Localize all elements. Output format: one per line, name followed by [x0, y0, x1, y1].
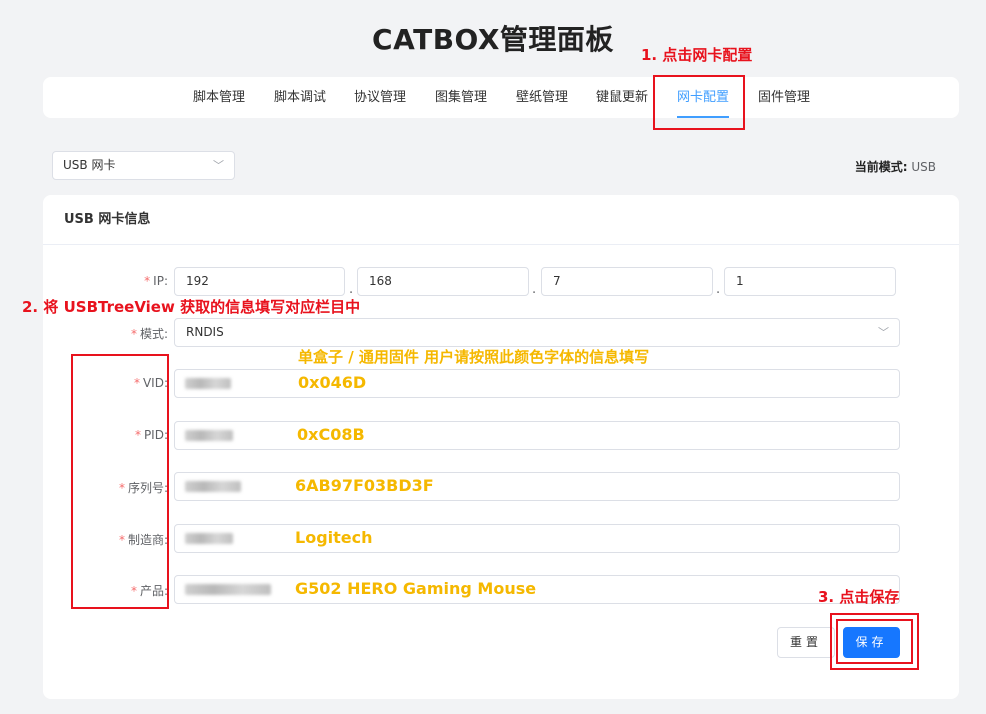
ip-octet-1-input[interactable]: 192	[174, 267, 345, 296]
page-title: CATBOX管理面板	[372, 23, 614, 56]
ip-octet-4-input[interactable]: 1	[724, 267, 896, 296]
redacted-value	[185, 533, 233, 544]
current-mode-value: USB	[911, 160, 936, 174]
annotation-box-labels	[71, 354, 169, 609]
hint-pid: 0xC08B	[297, 425, 365, 444]
ip-separator: .	[716, 282, 721, 297]
device-select[interactable]: USB 网卡 ﹀	[52, 151, 235, 180]
mode-label: * 模式:	[130, 327, 168, 341]
current-mode: 当前模式: USB	[855, 158, 936, 175]
chevron-down-icon: ﹀	[213, 159, 224, 172]
current-mode-label: 当前模式:	[854, 160, 908, 174]
annotation-step2: 2. 将 USBTreeView 获取的信息填写对应栏目中	[22, 298, 361, 316]
hint-manufacturer: Logitech	[295, 528, 373, 547]
ip-separator: .	[349, 282, 354, 297]
reset-button[interactable]: 重置	[777, 627, 835, 658]
annotation-step3: 3. 点击保存	[818, 588, 900, 606]
redacted-value	[185, 378, 231, 389]
hint-product: G502 HERO Gaming Mouse	[295, 579, 537, 598]
ip-octet-2-input[interactable]: 168	[357, 267, 529, 296]
tab-keymouse-update[interactable]: 键鼠更新	[596, 77, 648, 118]
tab-protocol-management[interactable]: 协议管理	[354, 77, 406, 118]
redacted-value	[185, 584, 271, 595]
annotation-box-nav	[653, 75, 745, 130]
chevron-down-icon: ﹀	[878, 326, 889, 339]
annotation-step1: 1. 点击网卡配置	[641, 46, 753, 64]
ip-octet-3-input[interactable]: 7	[541, 267, 713, 296]
tab-wallpaper-management[interactable]: 壁纸管理	[516, 77, 568, 118]
pid-input[interactable]	[174, 421, 900, 450]
ip-label: * IP:	[144, 274, 168, 288]
ip-separator: .	[532, 282, 537, 297]
mode-select[interactable]: RNDIS ﹀	[174, 318, 900, 347]
tab-script-debug[interactable]: 脚本调试	[274, 77, 326, 118]
mode-select-value: RNDIS	[186, 325, 224, 339]
tab-atlas-management[interactable]: 图集管理	[435, 77, 487, 118]
manufacturer-input[interactable]	[174, 524, 900, 553]
hint-header: 单盒子 / 通用固件 用户请按照此颜色字体的信息填写	[298, 348, 650, 366]
product-input[interactable]	[174, 575, 900, 604]
annotation-box-save-inner	[836, 619, 913, 664]
top-nav: 脚本管理 脚本调试 协议管理 图集管理 壁纸管理 键鼠更新 网卡配置 固件管理	[43, 77, 959, 118]
device-select-value: USB 网卡	[63, 158, 116, 172]
redacted-value	[185, 430, 233, 441]
card-title: USB 网卡信息	[43, 195, 959, 245]
tab-script-management[interactable]: 脚本管理	[193, 77, 245, 118]
vid-input[interactable]	[174, 369, 900, 398]
tab-firmware-management[interactable]: 固件管理	[758, 77, 810, 118]
redacted-value	[185, 481, 241, 492]
hint-vid: 0x046D	[298, 373, 367, 392]
serial-input[interactable]	[174, 472, 900, 501]
hint-serial: 6AB97F03BD3F	[295, 476, 434, 495]
